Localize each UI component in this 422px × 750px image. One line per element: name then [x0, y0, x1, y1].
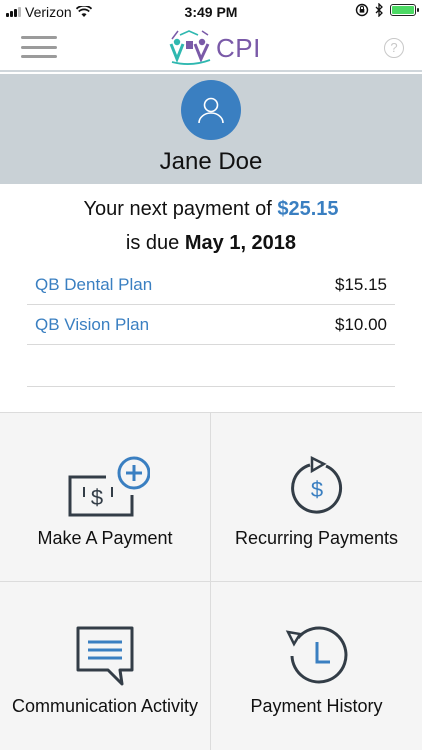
battery-icon [390, 4, 419, 16]
avatar[interactable] [181, 80, 241, 140]
plan-amount: $10.00 [335, 314, 387, 334]
chat-bubble-icon [76, 626, 134, 686]
plan-row-dental[interactable]: QB Dental Plan $15.15 [27, 265, 395, 305]
menu-icon[interactable] [21, 36, 57, 58]
tile-label: Payment History [250, 696, 383, 716]
tile-label: Recurring Payments [234, 528, 399, 548]
plan-name[interactable]: QB Vision Plan [35, 315, 149, 335]
due-prefix: is due [125, 232, 180, 254]
logo-text: CPI [216, 32, 261, 63]
nav-bar: CPI ? [0, 24, 422, 72]
history-clock-icon [285, 626, 347, 684]
recurring-dollar-icon: $ [290, 455, 342, 514]
status-right [355, 3, 419, 17]
app-logo: CPI [168, 28, 261, 68]
payment-add-icon: $ [68, 456, 150, 517]
plan-name[interactable]: QB Dental Plan [35, 275, 152, 295]
plan-list: QB Dental Plan $15.15 QB Vision Plan $10… [27, 265, 395, 345]
tile-label: Communication Activity [11, 696, 199, 716]
communication-activity-tile[interactable]: Communication Activity [0, 582, 211, 750]
help-icon[interactable]: ? [384, 38, 404, 58]
profile-name: Jane Doe [159, 148, 263, 175]
next-payment-text: Your next payment of $25.15 [0, 198, 422, 221]
svg-text:$: $ [91, 485, 103, 510]
svg-text:$: $ [310, 477, 322, 502]
bluetooth-icon [375, 3, 383, 17]
due-date: May 1, 2018 [184, 232, 297, 254]
payment-history-tile[interactable]: Payment History [211, 582, 422, 750]
user-icon [198, 97, 224, 124]
rotation-lock-icon [355, 3, 369, 17]
tile-label: Make A Payment [37, 528, 173, 548]
next-payment-prefix: Your next payment of [83, 198, 272, 220]
due-date-text: is due May 1, 2018 [0, 232, 422, 255]
profile-header: Jane Doe [0, 74, 422, 184]
next-payment-amount: $25.15 [277, 198, 339, 220]
plan-amount: $15.15 [335, 274, 387, 294]
divider [27, 386, 395, 387]
status-bar: Verizon 3:49 PM [0, 0, 422, 24]
logo-people-icon [169, 30, 211, 65]
plan-row-vision[interactable]: QB Vision Plan $10.00 [27, 305, 395, 345]
recurring-payments-tile[interactable]: $ Recurring Payments [211, 413, 422, 582]
make-payment-tile[interactable]: $ Make A Payment [0, 413, 211, 582]
action-grid: $ Make A Payment $ Recurring Payments Co… [0, 412, 422, 750]
